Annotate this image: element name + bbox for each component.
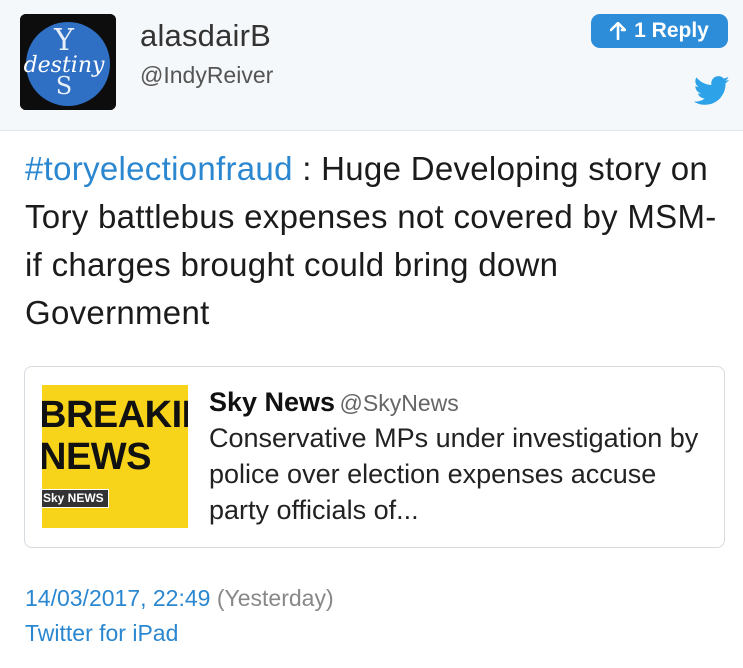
tweet-header: Y destiny S alasdairB @IndyReiver 1 Repl… (0, 0, 743, 131)
tweet-source[interactable]: Twitter for iPad (25, 620, 178, 647)
relative-time: (Yesterday) (216, 585, 334, 611)
quoted-handle[interactable]: @SkyNews (340, 390, 459, 416)
twitter-bird-icon[interactable] (694, 76, 730, 106)
reply-count-label: 1 Reply (634, 19, 709, 42)
card-content: Sky News @SkyNews Conservative MPs under… (209, 387, 714, 528)
avatar[interactable]: Y destiny S (20, 14, 116, 110)
up-arrow-icon (610, 22, 627, 40)
user-handle[interactable]: @IndyReiver (140, 62, 273, 89)
tweet-text: #toryelectionfraud : Huge Developing sto… (25, 145, 725, 337)
timestamp-link[interactable]: 14/03/2017, 22:49 (25, 585, 210, 611)
reply-button[interactable]: 1 Reply (591, 14, 728, 48)
svg-text:S: S (56, 72, 72, 100)
breaking-text: BREAKING (42, 394, 188, 436)
quoted-author[interactable]: Sky News (209, 387, 335, 417)
quoted-text: Conservative MPs under investigation by … (209, 423, 699, 525)
tweet-timestamp: 14/03/2017, 22:49 (Yesterday) (25, 585, 334, 612)
news-text: NEWS (42, 436, 152, 478)
card-thumbnail: BREAKING NEWS Sky NEWS (42, 385, 188, 528)
display-name[interactable]: alasdairB (140, 18, 271, 54)
quoted-tweet-card[interactable]: BREAKING NEWS Sky NEWS Sky News @SkyNews… (24, 366, 725, 548)
sky-news-logo: Sky NEWS (42, 489, 109, 508)
avatar-image: Y destiny S (20, 14, 116, 110)
hashtag-link[interactable]: #toryelectionfraud (25, 150, 293, 187)
